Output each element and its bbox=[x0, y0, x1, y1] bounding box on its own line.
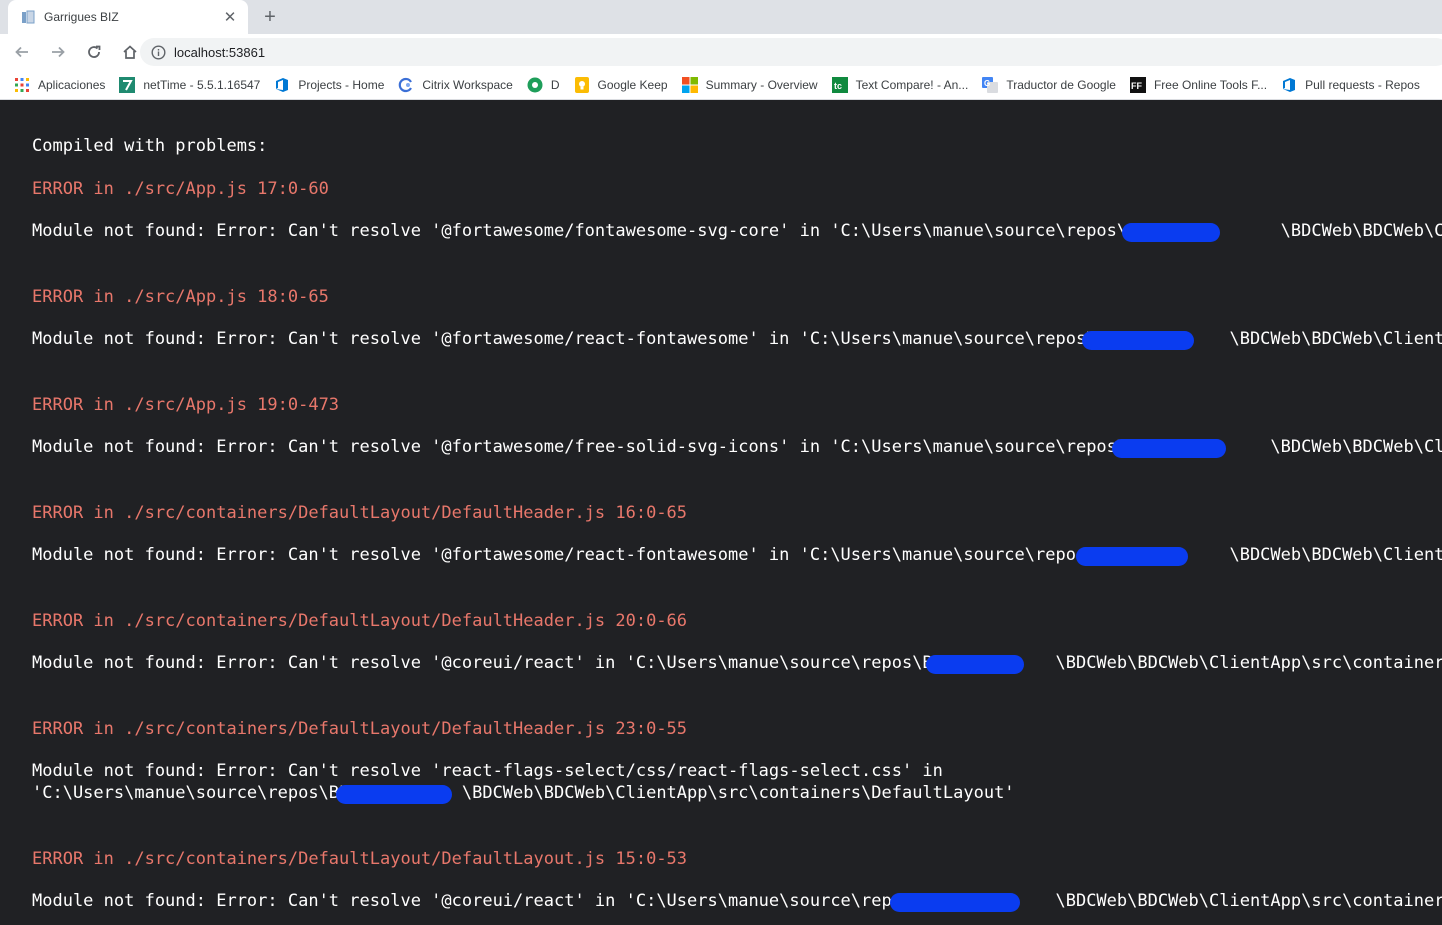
redaction-mark bbox=[926, 655, 1024, 674]
error-heading: ERROR in ./src/containers/DefaultLayout/… bbox=[32, 503, 688, 523]
reload-button[interactable] bbox=[78, 36, 110, 68]
azure-devops-icon bbox=[1281, 77, 1297, 93]
tab-garrigues-biz[interactable]: Garrigues BIZ ✕ bbox=[8, 0, 248, 34]
reload-icon bbox=[88, 45, 101, 58]
error-message: Module not found: Error: Can't resolve '… bbox=[32, 221, 1442, 241]
redaction-mark bbox=[1082, 331, 1194, 350]
url-text: localhost:53861 bbox=[174, 44, 266, 60]
error-overlay: Compiled with problems: ERROR in ./src/A… bbox=[0, 101, 1442, 925]
citrix-icon bbox=[398, 77, 414, 93]
forward-button[interactable] bbox=[42, 36, 74, 68]
bookmark-citrix-workspace[interactable]: Citrix Workspace bbox=[398, 77, 513, 93]
tab-title: Garrigues BIZ bbox=[44, 10, 119, 24]
redaction-mark bbox=[1122, 223, 1220, 242]
azure-devops-icon bbox=[274, 77, 290, 93]
error-message: Module not found: Error: Can't resolve '… bbox=[32, 891, 1442, 911]
google-translate-icon: G bbox=[982, 76, 999, 93]
error-message: Module not found: Error: Can't resolve '… bbox=[32, 761, 1015, 803]
error-message: Module not found: Error: Can't resolve '… bbox=[32, 545, 1442, 565]
error-message: Module not found: Error: Can't resolve '… bbox=[32, 653, 1442, 673]
document-icon bbox=[20, 9, 36, 25]
bookmark-d[interactable]: D bbox=[527, 77, 560, 93]
bookmark-google-keep[interactable]: Google Keep bbox=[574, 76, 668, 93]
d-icon bbox=[527, 77, 543, 93]
svg-text:FF: FF bbox=[1131, 81, 1142, 91]
text-compare-icon: tc bbox=[831, 76, 848, 93]
redaction-mark bbox=[1076, 547, 1188, 566]
error-message: Module not found: Error: Can't resolve '… bbox=[32, 437, 1442, 457]
google-keep-icon bbox=[574, 76, 590, 93]
error-heading: ERROR in ./src/containers/DefaultLayout/… bbox=[32, 849, 688, 869]
apps-grid-icon bbox=[14, 77, 30, 93]
bookmark-aplicaciones[interactable]: Aplicaciones bbox=[14, 77, 105, 93]
bookmark-pull-requests[interactable]: Pull requests - Repos bbox=[1281, 77, 1420, 93]
info-icon[interactable] bbox=[150, 44, 166, 60]
tab-strip: Garrigues BIZ ✕ + bbox=[0, 0, 1442, 34]
new-tab-button[interactable]: + bbox=[258, 6, 282, 28]
bookmark-projects-home[interactable]: Projects - Home bbox=[274, 77, 384, 93]
redaction-mark bbox=[890, 893, 1020, 912]
bookmark-summary-overview[interactable]: Summary - Overview bbox=[681, 76, 818, 93]
error-heading: ERROR in ./src/App.js 19:0-473 bbox=[32, 395, 340, 415]
error-heading: ERROR in ./src/App.js 17:0-60 bbox=[32, 179, 329, 199]
back-button[interactable] bbox=[6, 36, 38, 68]
error-message: Module not found: Error: Can't resolve '… bbox=[32, 329, 1442, 349]
close-icon[interactable]: ✕ bbox=[222, 9, 238, 26]
nettime-icon bbox=[119, 76, 136, 93]
address-bar[interactable]: localhost:53861 bbox=[140, 38, 1442, 66]
arrow-right-icon bbox=[52, 46, 65, 58]
bookmark-text-compare[interactable]: tc Text Compare! - An... bbox=[831, 76, 968, 93]
overlay-title: Compiled with problems: bbox=[32, 136, 268, 156]
error-heading: ERROR in ./src/containers/DefaultLayout/… bbox=[32, 611, 688, 631]
error-heading: ERROR in ./src/containers/DefaultLayout/… bbox=[32, 719, 688, 739]
error-heading: ERROR in ./src/App.js 18:0-65 bbox=[32, 287, 329, 307]
redaction-mark bbox=[336, 785, 452, 804]
home-icon bbox=[123, 45, 137, 59]
svg-text:tc: tc bbox=[834, 81, 842, 91]
summary-icon bbox=[681, 76, 698, 93]
bookmark-nettime[interactable]: netTime - 5.5.1.16547 bbox=[119, 76, 260, 93]
bookmarks-bar: Aplicaciones netTime - 5.5.1.16547 Proje… bbox=[0, 70, 1442, 100]
bookmark-free-online-tools[interactable]: FF Free Online Tools F... bbox=[1129, 76, 1267, 93]
browser-toolbar: localhost:53861 bbox=[0, 34, 1442, 70]
bookmark-traductor-de-google[interactable]: G Traductor de Google bbox=[982, 76, 1116, 93]
redaction-mark bbox=[1112, 439, 1226, 458]
svg-text:G: G bbox=[984, 79, 990, 88]
arrow-left-icon bbox=[15, 46, 28, 58]
ff-icon: FF bbox=[1129, 76, 1146, 93]
